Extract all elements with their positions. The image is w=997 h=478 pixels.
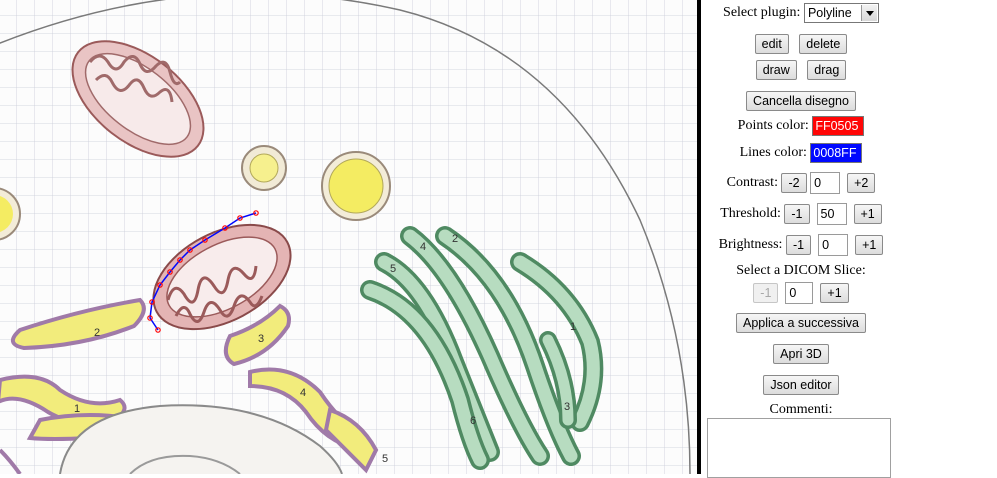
brightness-increase-button[interactable]: +1 bbox=[855, 235, 884, 255]
dicom-slice-row: -1 0 +1 bbox=[701, 282, 901, 304]
svg-text:4: 4 bbox=[420, 241, 426, 253]
apply-next-row: Applica a successiva bbox=[701, 313, 901, 333]
plugin-select-value: Polyline bbox=[807, 6, 852, 20]
dicom-next-button[interactable]: +1 bbox=[820, 283, 849, 303]
draw-button[interactable]: draw bbox=[755, 60, 797, 80]
points-color-row: Points color: FF0505 bbox=[701, 116, 901, 136]
dicom-prev-button[interactable]: -1 bbox=[753, 283, 779, 303]
brightness-input[interactable]: 0 bbox=[818, 234, 849, 256]
comments-label-row: Commenti: bbox=[701, 402, 901, 418]
edit-delete-row: edit delete bbox=[701, 34, 901, 54]
threshold-decrease-button[interactable]: -1 bbox=[784, 204, 810, 224]
svg-text:3: 3 bbox=[258, 333, 264, 345]
json-editor-row: Json editor bbox=[701, 375, 901, 395]
dicom-slice-input[interactable]: 0 bbox=[785, 282, 814, 304]
svg-text:6: 6 bbox=[470, 415, 476, 427]
brightness-row: Brightness: -1 0 +1 bbox=[701, 234, 901, 256]
dicom-label-row: Select a DICOM Slice: bbox=[701, 263, 901, 279]
svg-text:3: 3 bbox=[564, 401, 570, 413]
contrast-increase-button[interactable]: +2 bbox=[847, 173, 876, 193]
points-color-label: Points color: bbox=[737, 118, 809, 133]
delete-button[interactable]: delete bbox=[799, 34, 848, 54]
contrast-label: Contrast: bbox=[726, 175, 778, 190]
edit-button[interactable]: edit bbox=[754, 34, 789, 54]
comments-textarea[interactable] bbox=[707, 418, 891, 478]
plugin-select[interactable]: Polyline bbox=[803, 3, 879, 23]
apply-next-button[interactable]: Applica a successiva bbox=[735, 313, 867, 333]
svg-text:5: 5 bbox=[382, 453, 388, 465]
comments-label: Commenti: bbox=[769, 402, 833, 417]
open3d-row: Apri 3D bbox=[701, 344, 901, 364]
svg-text:5: 5 bbox=[390, 263, 396, 275]
threshold-label: Threshold: bbox=[720, 206, 781, 221]
svg-text:2: 2 bbox=[452, 233, 458, 245]
svg-text:4: 4 bbox=[300, 387, 306, 399]
svg-text:1: 1 bbox=[74, 403, 80, 415]
json-editor-button[interactable]: Json editor bbox=[763, 375, 839, 395]
clear-row: Cancella disegno bbox=[701, 91, 901, 111]
brightness-label: Brightness: bbox=[718, 237, 783, 252]
threshold-increase-button[interactable]: +1 bbox=[853, 204, 882, 224]
draw-drag-row: draw drag bbox=[701, 60, 901, 80]
cell-drawing[interactable]: 2 1 3 4 5 4 2 5 1 3 6 bbox=[0, 0, 697, 474]
dicom-slice-label: Select a DICOM Slice: bbox=[736, 263, 866, 278]
brightness-decrease-button[interactable]: -1 bbox=[785, 235, 812, 255]
image-canvas[interactable]: 2 1 3 4 5 4 2 5 1 3 6 bbox=[0, 0, 697, 474]
lines-color-row: Lines color: 0008FF bbox=[701, 143, 901, 163]
contrast-input[interactable]: 0 bbox=[810, 172, 841, 194]
svg-text:2: 2 bbox=[94, 327, 100, 339]
threshold-input[interactable]: 50 bbox=[816, 203, 847, 225]
contrast-decrease-button[interactable]: -2 bbox=[781, 173, 807, 193]
select-plugin-label: Select plugin: bbox=[723, 5, 801, 20]
control-panel: Select plugin: Polyline edit delete draw… bbox=[701, 0, 997, 478]
threshold-row: Threshold: -1 50 +1 bbox=[701, 203, 901, 225]
svg-text:1: 1 bbox=[570, 321, 576, 333]
lines-color-label: Lines color: bbox=[739, 145, 807, 160]
lines-color-input[interactable]: 0008FF bbox=[810, 143, 863, 163]
drag-button[interactable]: drag bbox=[807, 60, 847, 80]
contrast-row: Contrast: -2 0 +2 bbox=[701, 172, 901, 194]
chevron-down-icon[interactable] bbox=[860, 5, 877, 21]
plugin-row: Select plugin: Polyline bbox=[701, 3, 901, 23]
open-3d-button[interactable]: Apri 3D bbox=[773, 344, 829, 364]
points-color-input[interactable]: FF0505 bbox=[812, 116, 865, 136]
clear-drawing-button[interactable]: Cancella disegno bbox=[746, 91, 856, 111]
